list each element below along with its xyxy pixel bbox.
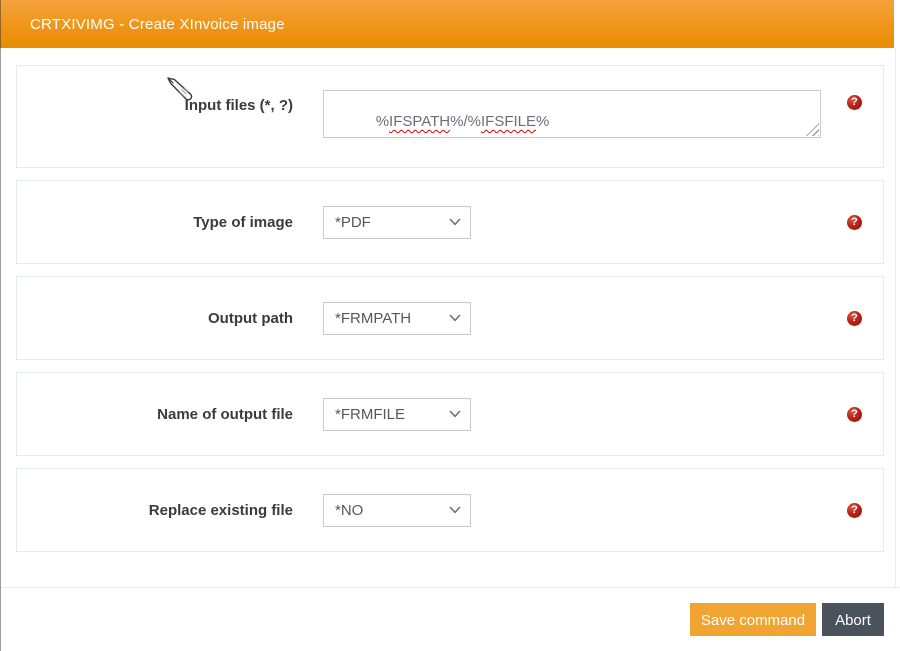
type-of-image-select[interactable]: *PDF	[323, 206, 471, 239]
output-path-select[interactable]: *FRMPATH	[323, 302, 471, 335]
window-right-edge	[895, 48, 896, 588]
window-left-edge	[0, 0, 1, 651]
help-icon[interactable]: ?	[847, 311, 862, 326]
type-of-image-label: Type of image	[17, 214, 293, 231]
replace-existing-file-select[interactable]: *NO	[323, 494, 471, 527]
help-icon[interactable]: ?	[847, 503, 862, 518]
field-row-output-path: Output path *FRMPATH ?	[16, 276, 884, 360]
help-icon[interactable]: ?	[847, 407, 862, 422]
save-command-button[interactable]: Save command	[690, 603, 816, 636]
name-of-output-file-label: Name of output file	[17, 406, 293, 423]
field-row-type-of-image: Type of image *PDF ?	[16, 180, 884, 264]
dialog-title: CRTXIVIMG - Create XInvoice image	[0, 16, 285, 33]
textarea-resize-grip-icon[interactable]	[806, 123, 819, 136]
value-segment-misspelled: IFSPATH	[389, 113, 450, 130]
output-path-label: Output path	[17, 310, 293, 327]
name-of-output-file-select[interactable]: *FRMFILE	[323, 398, 471, 431]
dialog-header: CRTXIVIMG - Create XInvoice image	[0, 0, 894, 48]
value-segment-misspelled: IFSFILE	[481, 113, 536, 130]
form-body: Input files (*, ?) %IFSPATH%/%IFSFILE% ?…	[16, 65, 884, 564]
abort-button[interactable]: Abort	[822, 603, 884, 636]
footer-divider	[0, 587, 900, 588]
value-segment: %	[376, 113, 389, 130]
help-icon[interactable]: ?	[847, 95, 862, 110]
replace-existing-file-label: Replace existing file	[17, 502, 293, 519]
field-row-name-of-output-file: Name of output file *FRMFILE ?	[16, 372, 884, 456]
value-segment: %/%	[450, 113, 481, 130]
help-icon[interactable]: ?	[847, 215, 862, 230]
input-files-textarea[interactable]: %IFSPATH%/%IFSFILE%	[323, 90, 821, 138]
field-row-replace-existing-file: Replace existing file *NO ?	[16, 468, 884, 552]
input-files-label: Input files (*, ?)	[17, 97, 293, 114]
dialog: CRTXIVIMG - Create XInvoice image Input …	[0, 0, 900, 651]
field-row-input-files: Input files (*, ?) %IFSPATH%/%IFSFILE% ?	[16, 65, 884, 168]
value-segment: %	[536, 113, 549, 130]
